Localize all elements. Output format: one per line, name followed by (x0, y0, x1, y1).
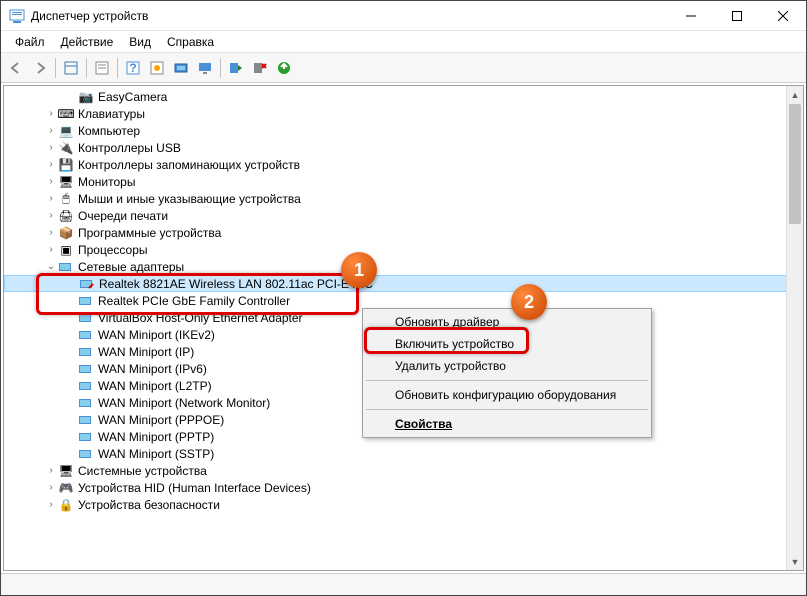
tree-item-printqueues[interactable]: ›🖨Очереди печати (4, 207, 803, 224)
tree-item-usb[interactable]: ›🔌Контроллеры USB (4, 139, 803, 156)
context-menu: Обновить драйвер Включить устройство Уда… (362, 308, 652, 438)
minimize-button[interactable] (668, 1, 714, 30)
computer-icon: 💻 (58, 123, 74, 139)
network-adapter-icon (78, 395, 94, 411)
callout-badge-2: 2 (511, 284, 547, 320)
mouse-icon: 🖱 (58, 191, 74, 207)
show-tree-icon[interactable] (60, 57, 82, 79)
toolbar-separator (55, 58, 56, 78)
tree-item-hid[interactable]: ›🎮Устройства HID (Human Interface Device… (4, 479, 803, 496)
window-title: Диспетчер устройств (31, 9, 668, 23)
tree-item-keyboards[interactable]: ›⌨Клавиатуры (4, 105, 803, 122)
callout-badge-1: 1 (341, 252, 377, 288)
ctx-scan-hardware[interactable]: Обновить конфигурацию оборудования (365, 384, 649, 406)
help-icon[interactable]: ? (122, 57, 144, 79)
menu-view[interactable]: Вид (121, 33, 159, 51)
network-adapter-icon (78, 361, 94, 377)
hid-icon: 🎮 (58, 480, 74, 496)
monitor-icon: 🖥 (58, 174, 74, 190)
vertical-scrollbar[interactable]: ▲ ▼ (786, 86, 803, 570)
network-adapter-icon (78, 293, 94, 309)
statusbar (1, 573, 806, 595)
scan-hardware-icon[interactable] (170, 57, 192, 79)
toolbar-separator (117, 58, 118, 78)
monitor-icon[interactable] (194, 57, 216, 79)
storage-icon: 💾 (58, 157, 74, 173)
network-adapter-icon (78, 378, 94, 394)
scroll-up-icon[interactable]: ▲ (787, 86, 803, 103)
close-button[interactable] (760, 1, 806, 30)
tree-item-wan-sstp[interactable]: WAN Miniport (SSTP) (4, 445, 803, 462)
tree-item-storage[interactable]: ›💾Контроллеры запоминающих устройств (4, 156, 803, 173)
network-adapter-icon (78, 446, 94, 462)
keyboard-icon: ⌨ (58, 106, 74, 122)
printer-icon: 🖨 (58, 208, 74, 224)
toolbar: ? (1, 53, 806, 83)
menu-file[interactable]: Файл (7, 33, 53, 51)
ctx-properties[interactable]: Свойства (365, 413, 649, 435)
tree-item-mice[interactable]: ›🖱Мыши и иные указывающие устройства (4, 190, 803, 207)
security-icon: 🔒 (58, 497, 74, 513)
ctx-update-driver[interactable]: Обновить драйвер (365, 311, 649, 333)
menu-action[interactable]: Действие (53, 33, 122, 51)
network-adapter-icon (78, 310, 94, 326)
tree-item-security[interactable]: ›🔒Устройства безопасности (4, 496, 803, 513)
network-adapter-icon (78, 412, 94, 428)
tree-item-realtek-gbe[interactable]: Realtek PCIe GbE Family Controller (4, 292, 803, 309)
enable-device-icon[interactable] (225, 57, 247, 79)
app-icon (9, 8, 25, 24)
tree-item-easycamera[interactable]: 📷EasyCamera (4, 88, 803, 105)
menu-help[interactable]: Справка (159, 33, 222, 51)
usb-icon: 🔌 (58, 140, 74, 156)
svg-text:?: ? (129, 61, 136, 75)
scroll-down-icon[interactable]: ▼ (787, 553, 803, 570)
tree-item-network[interactable]: ⌄Сетевые адаптеры (4, 258, 803, 275)
scroll-thumb[interactable] (789, 104, 801, 224)
camera-icon: 📷 (78, 89, 94, 105)
ctx-remove-device[interactable]: Удалить устройство (365, 355, 649, 377)
tree-item-software[interactable]: ›📦Программные устройства (4, 224, 803, 241)
toolbar-separator (220, 58, 221, 78)
device-tree-pane[interactable]: 📷EasyCamera ›⌨Клавиатуры ›💻Компьютер ›🔌К… (3, 85, 804, 571)
uninstall-icon[interactable] (249, 57, 271, 79)
network-adapter-icon (58, 259, 74, 275)
tree-item-processors[interactable]: ›▣Процессоры (4, 241, 803, 258)
ctx-enable-device[interactable]: Включить устройство (365, 333, 649, 355)
tree-item-monitors[interactable]: ›🖥Мониторы (4, 173, 803, 190)
cpu-icon: ▣ (58, 242, 74, 258)
nav-back-icon[interactable] (5, 57, 27, 79)
action-icon[interactable] (146, 57, 168, 79)
tree-item-realtek-wlan[interactable]: Realtek 8821AE Wireless LAN 802.11ac PCI… (4, 275, 803, 292)
network-adapter-icon (78, 429, 94, 445)
tree-item-system[interactable]: ›🖥Системные устройства (4, 462, 803, 479)
software-icon: 📦 (58, 225, 74, 241)
ctx-separator (366, 380, 648, 381)
network-adapter-icon (78, 344, 94, 360)
network-adapter-icon (78, 327, 94, 343)
device-manager-window: Диспетчер устройств Файл Действие Вид Сп… (0, 0, 807, 596)
titlebar: Диспетчер устройств (1, 1, 806, 31)
system-icon: 🖥 (58, 463, 74, 479)
ctx-separator (366, 409, 648, 410)
update-icon[interactable] (273, 57, 295, 79)
tree-item-computer[interactable]: ›💻Компьютер (4, 122, 803, 139)
nav-forward-icon[interactable] (29, 57, 51, 79)
maximize-button[interactable] (714, 1, 760, 30)
properties-icon[interactable] (91, 57, 113, 79)
menubar: Файл Действие Вид Справка (1, 31, 806, 53)
network-adapter-icon (79, 276, 95, 292)
toolbar-separator (86, 58, 87, 78)
